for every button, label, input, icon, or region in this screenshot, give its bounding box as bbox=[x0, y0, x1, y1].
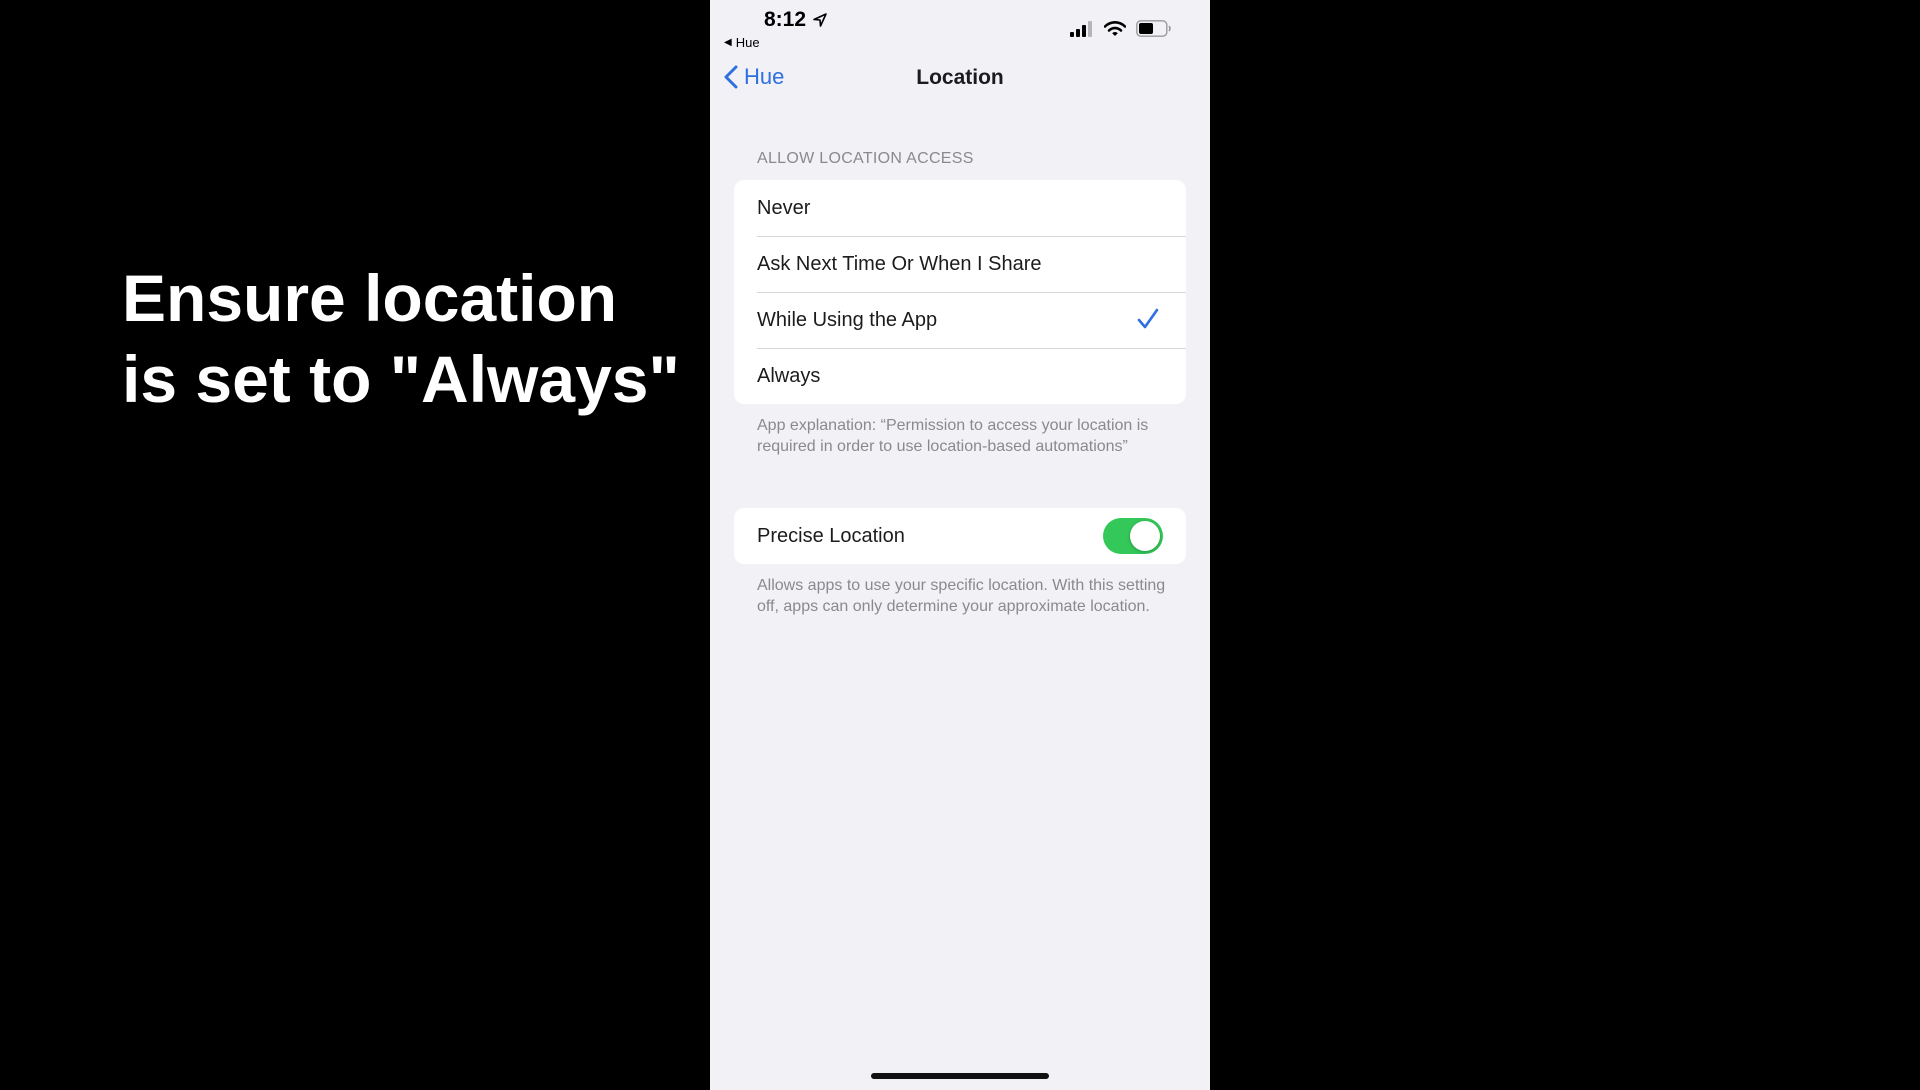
precise-location-label: Precise Location bbox=[757, 524, 905, 547]
status-icons bbox=[1070, 20, 1172, 37]
page-title: Location bbox=[916, 66, 1004, 89]
video-frame: Ensure location is set to "Always" 8:12 … bbox=[0, 0, 1920, 1090]
option-label: While Using the App bbox=[757, 308, 938, 331]
option-label: Ask Next Time Or When I Share bbox=[757, 252, 1042, 275]
status-time-text: 8:12 bbox=[764, 8, 807, 31]
location-arrow-icon bbox=[812, 12, 828, 28]
option-ask-next-time[interactable]: Ask Next Time Or When I Share bbox=[734, 236, 1186, 292]
precise-location-toggle[interactable] bbox=[1103, 518, 1163, 554]
caption-line-1: Ensure location bbox=[122, 261, 618, 335]
app-explanation-text: App explanation: “Permission to access y… bbox=[757, 417, 1149, 455]
battery-icon bbox=[1136, 20, 1172, 37]
wifi-icon bbox=[1104, 20, 1126, 37]
back-to-app-link[interactable]: ◀ Hue bbox=[724, 35, 760, 50]
instruction-caption: Ensure location is set to "Always" bbox=[122, 258, 682, 420]
back-triangle-icon: ◀ bbox=[724, 37, 732, 48]
precise-location-row: Precise Location bbox=[734, 508, 1186, 564]
option-while-using[interactable]: While Using the App bbox=[734, 292, 1186, 348]
option-always[interactable]: Always bbox=[734, 348, 1186, 404]
back-app-label: Hue bbox=[735, 35, 760, 50]
option-never[interactable]: Never bbox=[734, 180, 1186, 236]
precise-location-footnote: Allows apps to use your specific locatio… bbox=[757, 577, 1166, 615]
home-indicator[interactable] bbox=[871, 1073, 1049, 1079]
status-time: 8:12 bbox=[764, 8, 828, 32]
section-header-allow-access: ALLOW LOCATION ACCESS bbox=[757, 150, 974, 167]
location-access-options: Never Ask Next Time Or When I Share Whil… bbox=[734, 180, 1186, 404]
precise-location-group: Precise Location bbox=[734, 508, 1186, 564]
toggle-knob bbox=[1130, 521, 1160, 551]
cellular-signal-icon bbox=[1070, 20, 1094, 37]
option-label: Never bbox=[757, 196, 811, 219]
checkmark-icon bbox=[1137, 308, 1159, 330]
option-label: Always bbox=[757, 364, 821, 387]
phone-screen: 8:12 ◀ Hue Hue Location ALLOW LOCATION A… bbox=[710, 0, 1210, 1090]
caption-line-2: is set to "Always" bbox=[122, 342, 680, 416]
